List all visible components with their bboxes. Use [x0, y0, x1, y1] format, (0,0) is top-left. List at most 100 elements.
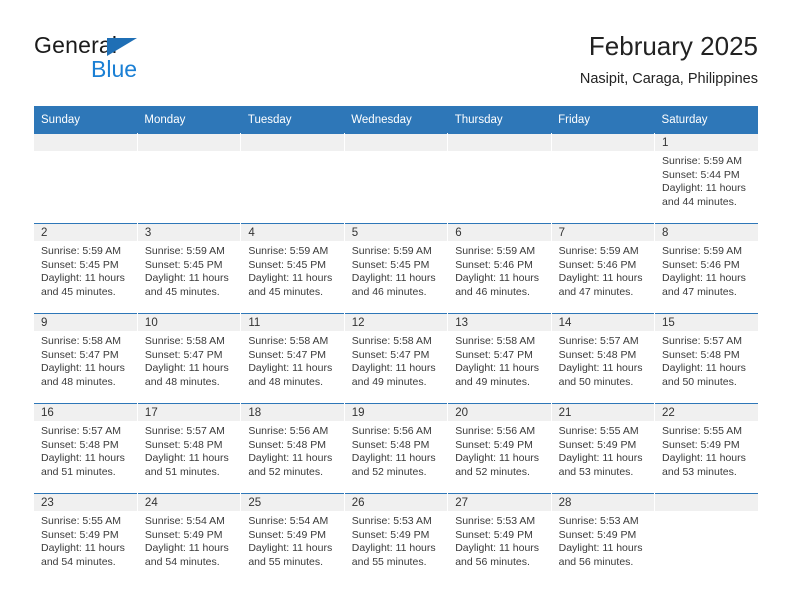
daylight-text: Daylight: 11 hours and 46 minutes. — [351, 272, 436, 298]
sunset-text: Sunset: 5:45 PM — [41, 258, 119, 271]
calendar-day-cell[interactable]: 13 Sunrise: 5:58 AM Sunset: 5:47 PM Dayligh… — [447, 313, 552, 404]
weekday-header-wednesday: Wednesday — [344, 106, 448, 134]
calendar-day-cell[interactable]: 23 Sunrise: 5:55 AM Sunset: 5:49 PM Dayligh… — [34, 493, 138, 583]
sunset-text: Sunset: 5:49 PM — [455, 528, 533, 541]
calendar-day-cell[interactable]: 11 Sunrise: 5:58 AM Sunset: 5:47 PM Dayligh… — [240, 313, 345, 404]
calendar-day-cell[interactable]: 14 Sunrise: 5:57 AM Sunset: 5:48 PM Dayligh… — [551, 313, 656, 404]
sunset-text: Sunset: 5:49 PM — [558, 528, 637, 541]
day-cell-inner: 28 Sunrise: 5:53 AM Sunset: 5:49 PM Dayligh… — [551, 494, 655, 583]
daylight-text: Daylight: 11 hours and 48 minutes. — [41, 362, 125, 388]
daylight-text: Daylight: 11 hours and 45 minutes. — [41, 272, 125, 298]
sunset-text: Sunset: 5:48 PM — [144, 438, 223, 451]
day-details: Sunrise: 5:56 AM Sunset: 5:48 PM Daylight:… — [345, 421, 447, 479]
calendar-cell-empty — [240, 133, 345, 224]
calendar-day-cell[interactable]: 19 Sunrise: 5:56 AM Sunset: 5:48 PM Dayligh… — [344, 403, 449, 494]
sunrise-text: Sunrise: 5:57 AM — [41, 425, 121, 437]
day-details: Sunrise: 5:58 AM Sunset: 5:47 PM Daylight:… — [241, 331, 343, 389]
calendar-cell-empty — [344, 133, 449, 224]
calendar-day-cell[interactable]: 25 Sunrise: 5:54 AM Sunset: 5:49 PM Dayligh… — [240, 493, 345, 583]
calendar-day-cell[interactable]: 12 Sunrise: 5:58 AM Sunset: 5:47 PM Dayligh… — [344, 313, 449, 404]
location-subtitle: Nasipit, Caraga, Philippines — [579, 71, 758, 87]
weekday-header-tuesday: Tuesday — [240, 106, 345, 134]
sunset-text: Sunset: 5:48 PM — [351, 438, 430, 451]
calendar-day-cell[interactable]: 7 Sunrise: 5:59 AM Sunset: 5:46 PM Daylight… — [551, 223, 656, 314]
sunrise-text: Sunrise: 5:59 AM — [455, 245, 536, 257]
day-details: Sunrise: 5:59 AM Sunset: 5:45 PM Daylight:… — [138, 241, 240, 299]
day-details: Sunrise: 5:55 AM Sunset: 5:49 PM Daylight:… — [34, 511, 137, 569]
sunrise-text: Sunrise: 5:59 AM — [41, 245, 121, 257]
sunset-text: Sunset: 5:44 PM — [662, 168, 740, 181]
day-cell-inner: 10 Sunrise: 5:58 AM Sunset: 5:47 PM Dayligh… — [137, 314, 241, 403]
day-details: Sunrise: 5:57 AM Sunset: 5:48 PM Daylight:… — [655, 331, 758, 389]
calendar-cell-empty — [137, 133, 242, 224]
sunrise-text: Sunrise: 5:58 AM — [248, 335, 329, 347]
sunset-text: Sunset: 5:47 PM — [351, 348, 430, 361]
calendar-day-cell[interactable]: 22 Sunrise: 5:55 AM Sunset: 5:49 PM Dayligh… — [654, 403, 758, 494]
calendar-cell-empty — [34, 133, 138, 224]
sunset-text: Sunset: 5:47 PM — [248, 348, 326, 361]
sunset-text: Sunset: 5:47 PM — [144, 348, 223, 361]
sunset-text: Sunset: 5:47 PM — [41, 348, 119, 361]
calendar-day-cell[interactable]: 26 Sunrise: 5:53 AM Sunset: 5:49 PM Dayligh… — [344, 493, 449, 583]
calendar-day-cell[interactable]: 24 Sunrise: 5:54 AM Sunset: 5:49 PM Dayligh… — [137, 493, 242, 583]
calendar-day-cell[interactable]: 3 Sunrise: 5:59 AM Sunset: 5:45 PM Daylight… — [137, 223, 242, 314]
daylight-text: Daylight: 11 hours and 45 minutes. — [248, 272, 333, 298]
calendar-day-cell[interactable]: 18 Sunrise: 5:56 AM Sunset: 5:48 PM Dayligh… — [240, 403, 345, 494]
day-cell-inner — [137, 134, 241, 223]
day-cell-inner: 22 Sunrise: 5:55 AM Sunset: 5:49 PM Dayligh… — [655, 404, 758, 493]
day-cell-inner: 3 Sunrise: 5:59 AM Sunset: 5:45 PM Daylight… — [137, 224, 241, 313]
day-number: 9 — [34, 314, 137, 331]
daylight-text: Daylight: 11 hours and 52 minutes. — [351, 452, 436, 478]
sunrise-text: Sunrise: 5:59 AM — [144, 245, 225, 257]
day-details: Sunrise: 5:58 AM Sunset: 5:47 PM Daylight:… — [448, 331, 550, 389]
day-cell-inner: 16 Sunrise: 5:57 AM Sunset: 5:48 PM Dayligh… — [34, 404, 137, 493]
calendar-day-cell[interactable]: 20 Sunrise: 5:56 AM Sunset: 5:49 PM Dayligh… — [447, 403, 552, 494]
sunrise-text: Sunrise: 5:55 AM — [558, 425, 639, 437]
day-details: Sunrise: 5:57 AM Sunset: 5:48 PM Daylight:… — [138, 421, 240, 479]
daylight-text: Daylight: 11 hours and 45 minutes. — [144, 272, 229, 298]
daylight-text: Daylight: 11 hours and 46 minutes. — [455, 272, 540, 298]
day-cell-inner: 24 Sunrise: 5:54 AM Sunset: 5:49 PM Dayligh… — [137, 494, 241, 583]
day-cell-inner — [344, 134, 448, 223]
sunset-text: Sunset: 5:49 PM — [248, 528, 326, 541]
sunset-text: Sunset: 5:46 PM — [455, 258, 533, 271]
calendar-day-cell[interactable]: 1 Sunrise: 5:59 AM Sunset: 5:44 PM Daylight… — [654, 133, 758, 224]
day-number: 11 — [241, 314, 344, 331]
calendar-day-cell[interactable]: 16 Sunrise: 5:57 AM Sunset: 5:48 PM Dayligh… — [34, 403, 138, 494]
calendar-day-cell[interactable]: 8 Sunrise: 5:59 AM Sunset: 5:46 PM Daylight… — [654, 223, 758, 314]
day-cell-inner: 15 Sunrise: 5:57 AM Sunset: 5:48 PM Dayligh… — [655, 314, 758, 403]
calendar-day-cell[interactable]: 27 Sunrise: 5:53 AM Sunset: 5:49 PM Dayligh… — [447, 493, 552, 583]
calendar-day-cell[interactable]: 5 Sunrise: 5:59 AM Sunset: 5:45 PM Daylight… — [344, 223, 449, 314]
day-details: Sunrise: 5:58 AM Sunset: 5:47 PM Daylight:… — [138, 331, 240, 389]
calendar-day-cell[interactable]: 15 Sunrise: 5:57 AM Sunset: 5:48 PM Dayligh… — [654, 313, 758, 404]
sunset-text: Sunset: 5:48 PM — [558, 348, 637, 361]
daylight-text: Daylight: 11 hours and 51 minutes. — [41, 452, 125, 478]
calendar-day-cell[interactable]: 6 Sunrise: 5:59 AM Sunset: 5:46 PM Daylight… — [447, 223, 552, 314]
day-cell-inner: 21 Sunrise: 5:55 AM Sunset: 5:49 PM Dayligh… — [551, 404, 655, 493]
calendar-day-cell[interactable]: 2 Sunrise: 5:59 AM Sunset: 5:45 PM Daylight… — [34, 223, 138, 314]
day-details: Sunrise: 5:53 AM Sunset: 5:49 PM Daylight:… — [552, 511, 654, 569]
calendar-day-cell[interactable]: 21 Sunrise: 5:55 AM Sunset: 5:49 PM Dayligh… — [551, 403, 656, 494]
day-details: Sunrise: 5:59 AM Sunset: 5:46 PM Daylight:… — [552, 241, 654, 299]
day-number: 14 — [551, 314, 655, 331]
generalblue-logo[interactable]: General Blue — [34, 32, 234, 90]
sunset-text: Sunset: 5:46 PM — [662, 258, 740, 271]
calendar-day-cell[interactable]: 9 Sunrise: 5:58 AM Sunset: 5:47 PM Daylight… — [34, 313, 138, 404]
day-details: Sunrise: 5:59 AM Sunset: 5:45 PM Daylight:… — [241, 241, 343, 299]
day-cell-inner: 4 Sunrise: 5:59 AM Sunset: 5:45 PM Daylight… — [241, 224, 344, 313]
calendar-week-row: 9 Sunrise: 5:58 AM Sunset: 5:47 PM Daylight… — [34, 313, 758, 404]
day-details: Sunrise: 5:53 AM Sunset: 5:49 PM Daylight:… — [448, 511, 550, 569]
calendar-day-cell[interactable]: 4 Sunrise: 5:59 AM Sunset: 5:45 PM Daylight… — [240, 223, 345, 314]
title-block: February 2025 Nasipit, Caraga, Philippin… — [580, 30, 758, 90]
daylight-text: Daylight: 11 hours and 54 minutes. — [41, 542, 125, 568]
sunrise-text: Sunrise: 5:53 AM — [351, 515, 432, 527]
day-number: 21 — [551, 404, 655, 421]
sunset-text: Sunset: 5:49 PM — [41, 528, 119, 541]
day-number — [137, 134, 241, 151]
sunset-text: Sunset: 5:49 PM — [144, 528, 223, 541]
calendar-day-cell[interactable]: 17 Sunrise: 5:57 AM Sunset: 5:48 PM Dayligh… — [137, 403, 242, 494]
calendar-day-cell[interactable]: 28 Sunrise: 5:53 AM Sunset: 5:49 PM Dayligh… — [551, 493, 656, 583]
day-cell-inner — [34, 134, 137, 223]
calendar-day-cell[interactable]: 10 Sunrise: 5:58 AM Sunset: 5:47 PM Dayligh… — [137, 313, 242, 404]
weekday-header-monday: Monday — [137, 106, 241, 134]
